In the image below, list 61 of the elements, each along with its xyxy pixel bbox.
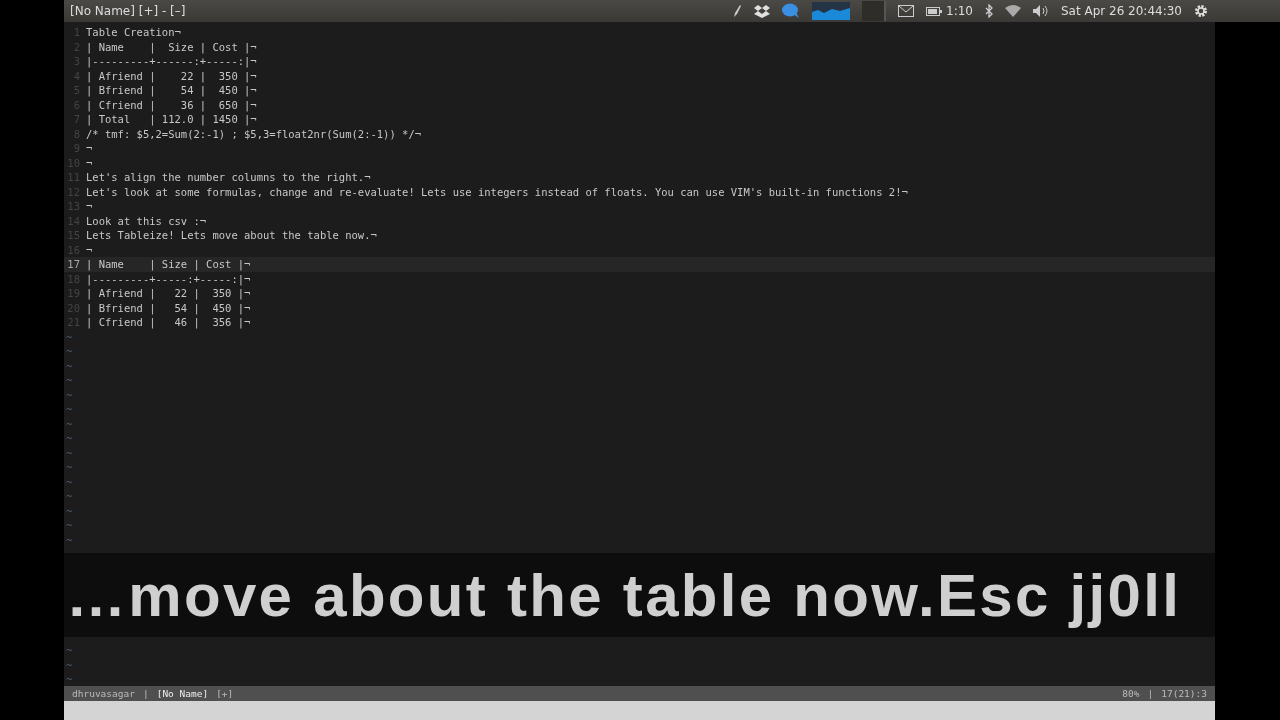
tilde-marker: ~ <box>65 460 74 475</box>
caption-text: …move about the table now.Esc jj0ll <box>65 560 1182 630</box>
clock[interactable]: Sat Apr 26 20:44:30 <box>1060 2 1182 20</box>
code-line: /* tmf: $5,2=Sum(2:-1) ; $5,3=float2nr(Sum(2:-1)) */¬ <box>85 126 422 141</box>
code-line: | Afriend | 22 | 350 |¬ <box>85 68 257 83</box>
status-separator: | <box>142 688 149 699</box>
tilde-marker: ~ <box>65 329 74 344</box>
tilde-marker: ~ <box>65 416 74 431</box>
graph-icon[interactable] <box>812 2 850 20</box>
code-line: ¬ <box>85 155 93 170</box>
code-line: | Name | Size | Cost |¬ <box>85 257 251 272</box>
status-file-name: [No Name] <box>156 688 209 699</box>
line-number: 17 <box>66 257 81 272</box>
code-line: | Cfriend | 46 | 356 |¬ <box>85 315 251 330</box>
code-line: ¬ <box>85 141 93 156</box>
status-modified: [+] <box>216 688 234 699</box>
code-line: Let's align the number columns to the right.¬ <box>85 170 371 185</box>
code-line: | Total | 112.0 | 1450 |¬ <box>85 112 257 127</box>
code-line: |---------+-----:+-----:|¬ <box>85 271 251 286</box>
tilde-marker: ~ <box>65 358 74 373</box>
tilde-marker: ~ <box>65 431 74 446</box>
tilde-marker: ~ <box>65 402 74 417</box>
tilde-marker: ~ <box>65 532 74 547</box>
bluetooth-icon[interactable] <box>984 4 993 18</box>
code-line: | Bfriend | 54 | 450 |¬ <box>85 83 257 98</box>
code-line: |---------+------:+-----:|¬ <box>85 54 257 69</box>
chat-icon[interactable] <box>782 3 800 19</box>
code-line: Lets Tableize! Lets move about the table now.¬ <box>85 228 377 243</box>
code-line: | Bfriend | 54 | 450 |¬ <box>85 300 251 315</box>
status-position: 17(21):3 <box>1161 688 1207 699</box>
pen-icon[interactable] <box>732 4 742 18</box>
settings-icon[interactable] <box>1194 4 1208 18</box>
code-line: | Afriend | 22 | 350 |¬ <box>85 286 251 301</box>
box-icon[interactable] <box>754 4 770 18</box>
status-percent: 80% <box>1122 688 1140 699</box>
code-line: ¬ <box>85 199 93 214</box>
tilde-marker: ~ <box>65 643 74 658</box>
tilde-marker: ~ <box>65 518 74 533</box>
status-user: dhruvasagar <box>72 688 135 699</box>
tilde-marker: ~ <box>65 344 74 359</box>
window-title: [No Name] [+] - [–] <box>70 3 186 20</box>
tilde-marker: ~ <box>65 672 74 682</box>
tilde-marker: ~ <box>65 387 74 402</box>
tilde-marker: ~ <box>65 474 74 489</box>
tilde-marker: ~ <box>65 373 74 388</box>
tilde-marker: ~ <box>65 489 74 504</box>
tilde-marker: ~ <box>65 657 74 672</box>
wifi-icon[interactable] <box>1004 5 1021 17</box>
battery-icon[interactable] <box>926 6 942 16</box>
code-line: | Cfriend | 36 | 650 |¬ <box>85 97 257 112</box>
mail-icon[interactable] <box>898 5 914 17</box>
tilde-marker: ~ <box>65 503 74 518</box>
code-line: Look at this csv :¬ <box>85 213 207 228</box>
status-separator: | <box>1147 688 1154 699</box>
code-line: | Name | Size | Cost |¬ <box>85 39 257 54</box>
code-line: Table Creation¬ <box>85 25 181 40</box>
tilde-marker: ~ <box>65 445 74 460</box>
volume-icon[interactable] <box>1032 5 1049 17</box>
code-line: ¬ <box>85 242 93 257</box>
code-line: Let's look at some formulas, change and re-evaluate! Lets use integers instead of floats. You can use VIM's built-in functions 2!¬ <box>85 184 908 199</box>
battery-time[interactable]: 1:10 <box>946 2 973 20</box>
